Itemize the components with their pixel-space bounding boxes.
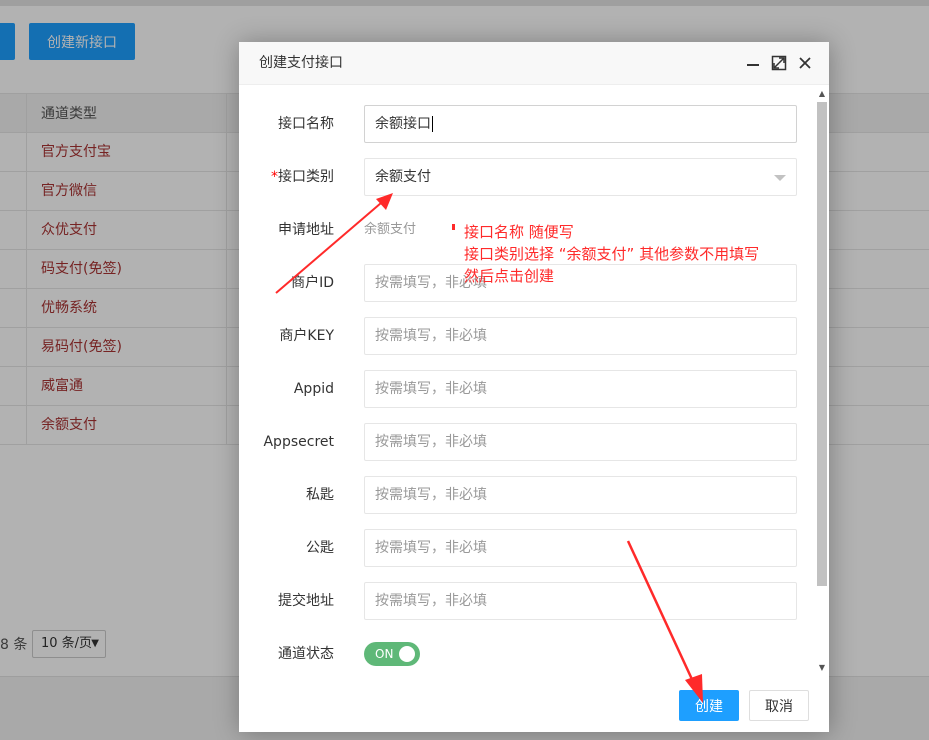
close-icon[interactable] [796, 54, 814, 72]
channel-status-switch[interactable]: ON [364, 642, 420, 666]
appsecret-input[interactable] [364, 423, 797, 461]
field-label-name: 接口名称 [278, 116, 334, 132]
field-label-private-key: 私匙 [306, 487, 334, 503]
name-input[interactable]: 余额接口 [364, 105, 797, 143]
field-label-merchant-key: 商户KEY [279, 328, 334, 344]
scroll-up-icon[interactable]: ▲ [817, 90, 827, 98]
merchant-key-input[interactable] [364, 317, 797, 355]
submit-address-input[interactable] [364, 582, 797, 620]
field-label-category-text: 接口类别 [278, 169, 334, 185]
field-label-apply-address: 申请地址 [278, 222, 334, 238]
private-key-input[interactable] [364, 476, 797, 514]
field-row-name: 接口名称 余额接口 [239, 105, 814, 143]
field-label-merchant-id: 商户ID [291, 275, 334, 291]
field-label-appid: Appid [293, 381, 334, 397]
maximize-icon[interactable] [770, 54, 788, 72]
create-payment-interface-dialog: 创建支付接口 接口名称 余额接口 *接口类别 余额支付 申请地址 余额支付 商户… [239, 42, 829, 732]
field-row-merchant-key: 商户KEY [239, 317, 814, 355]
field-label-public-key: 公匙 [306, 540, 334, 556]
field-row-channel-status: 通道状态 ON [239, 635, 814, 673]
category-select-value: 余额支付 [375, 169, 431, 185]
cancel-button[interactable]: 取消 [749, 690, 809, 721]
apply-address-value: 余额支付 [364, 222, 417, 237]
dialog-body: 接口名称 余额接口 *接口类别 余额支付 申请地址 余额支付 商户ID 商户KE… [239, 85, 829, 675]
appid-input[interactable] [364, 370, 797, 408]
dropdown-arrow-icon [774, 175, 786, 181]
field-row-private-key: 私匙 [239, 476, 814, 514]
field-label-submit-address: 提交地址 [278, 593, 334, 609]
merchant-id-input[interactable] [364, 264, 797, 302]
public-key-input[interactable] [364, 529, 797, 567]
switch-knob [399, 646, 415, 662]
minimize-icon[interactable] [744, 54, 762, 72]
switch-text: ON [375, 647, 394, 661]
scroll-down-icon[interactable]: ▼ [817, 664, 827, 672]
dialog-header: 创建支付接口 [239, 42, 829, 85]
field-label-channel-status: 通道状态 [278, 646, 334, 662]
field-row-appsecret: Appsecret [239, 423, 814, 461]
required-mark: * [271, 169, 278, 185]
field-label-appsecret: Appsecret [263, 434, 334, 450]
field-row-merchant-id: 商户ID [239, 264, 814, 302]
field-row-appid: Appid [239, 370, 814, 408]
field-label-category: *接口类别 [271, 158, 334, 196]
category-select[interactable]: 余额支付 [364, 158, 797, 196]
field-row-submit-address: 提交地址 [239, 582, 814, 620]
field-row-public-key: 公匙 [239, 529, 814, 567]
create-button[interactable]: 创建 [679, 690, 739, 721]
field-row-category: *接口类别 余额支付 [239, 158, 814, 196]
dialog-title: 创建支付接口 [259, 55, 343, 71]
scroll-thumb[interactable] [817, 102, 827, 586]
dialog-scrollbar[interactable]: ▲ ▼ [814, 90, 829, 673]
text-caret [432, 116, 433, 132]
name-input-value: 余额接口 [375, 116, 431, 132]
field-row-apply-address: 申请地址 余额支付 [239, 211, 814, 249]
